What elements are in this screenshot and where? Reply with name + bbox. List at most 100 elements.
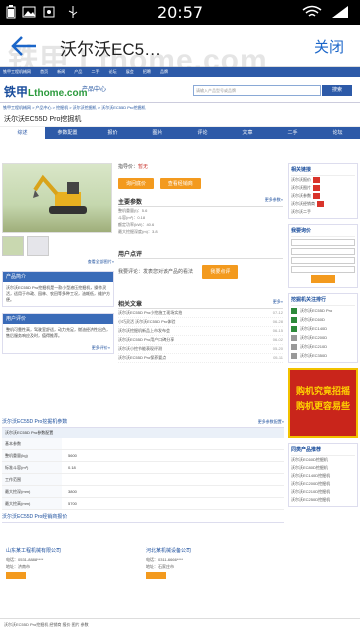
more-reviews-link[interactable]: 更多评价» (3, 345, 113, 353)
inquiry-input[interactable] (291, 266, 355, 273)
spec-item: 最大挖掘深度(m)：3.8 (118, 229, 158, 234)
tab-articles[interactable]: 文章 (225, 127, 270, 139)
table-row: 工作范围 (2, 474, 284, 486)
related-link[interactable]: 沃尔沃参数 (291, 192, 355, 200)
nav-item[interactable]: 首页 (40, 69, 48, 74)
right-column: 相关链接 沃尔沃报价 沃尔沃图片 沃尔沃参数 沃尔沃经销商 沃尔沃二手 我要询价… (288, 163, 358, 512)
wifi-icon (302, 5, 322, 17)
rank-item[interactable]: 沃尔沃EC350D (291, 351, 355, 360)
news-item[interactable]: 沃尔沃EC55D Pro用户口碑分享 06-02 (118, 336, 283, 345)
related-link[interactable]: 沃尔沃二手 (291, 208, 355, 216)
similar-link[interactable]: 沃尔沃EC140D挖掘机 (291, 472, 355, 480)
table-title: 沃尔沃EC55D Pro挖掘机参数 更多参数配置» (2, 417, 284, 428)
thumbnail[interactable] (2, 236, 24, 256)
similar-link[interactable]: 沃尔沃EC210D挖掘机 (291, 488, 355, 496)
inquiry-input[interactable] (291, 257, 355, 264)
hot-badge-icon (317, 200, 324, 207)
spec-item: 斗容(m³)：0.18 (118, 215, 146, 220)
related-link[interactable]: 沃尔沃图片 (291, 184, 355, 192)
rank-item[interactable]: 沃尔沃EC55D Pro (291, 306, 355, 315)
nav-item[interactable]: 品牌 (160, 69, 168, 74)
site-logo[interactable]: 铁甲Lthome.com (4, 83, 87, 100)
signal-icon (332, 6, 348, 18)
news-item[interactable]: 沃尔沃挖掘机新品上市发布会 06-15 (118, 327, 283, 336)
status-bar: 20:57 (0, 0, 360, 25)
tab-reviews[interactable]: 评论 (180, 127, 225, 139)
tab-images[interactable]: 图片 (135, 127, 180, 139)
tab-used[interactable]: 二手 (270, 127, 315, 139)
nav-item[interactable]: 二手 (92, 69, 100, 74)
nav-item[interactable]: 铁甲工程机械网 (3, 69, 31, 74)
nav-item[interactable]: 新闻 (57, 69, 65, 74)
hot-badge-icon (313, 192, 320, 199)
box-title: 相关链接 (291, 166, 355, 176)
similar-link[interactable]: 沃尔沃EC60D挖掘机 (291, 456, 355, 464)
left-column: 查看全部图片» 产品简介 沃尔沃EC55D Pro挖掘机是一款小型液压挖掘机，操… (2, 163, 114, 354)
news-item[interactable]: 小巧灵活 沃尔沃EC55D Pro体验 06-28 (118, 318, 283, 327)
panel-title: 用户评价 (3, 314, 113, 324)
ranking-box: 挖掘机关注排行 沃尔沃EC55D Pro 沃尔沃EC60D 沃尔沃EC140D … (288, 293, 358, 363)
dealer-button[interactable]: 查看经销商 (159, 178, 201, 189)
page-title: 沃尔沃EC5… (60, 40, 162, 59)
table-row: 最大挖深(mm) 3800 (2, 486, 284, 498)
close-button[interactable]: 关闭 (314, 36, 344, 57)
tab-forum[interactable]: 论坛 (315, 127, 360, 139)
tab-params[interactable]: 参数配置 (45, 127, 90, 139)
dealer-inquiry-button[interactable] (6, 572, 26, 579)
tab-price[interactable]: 报价 (90, 127, 135, 139)
bottom-links[interactable]: 沃尔沃EC55D Pro挖掘机 经销商 报价 图片 参数 (0, 618, 360, 640)
ask-price-button[interactable]: 询问底价 (118, 178, 155, 189)
middle-column: 指导价：暂无 询问底价 查看经销商 主要参数 更多参数» 整机重量(t)：5.6 … (118, 163, 283, 363)
table-subtab[interactable]: 沃尔沃EC55D Pro参数配置 (2, 428, 284, 438)
thumbnail[interactable] (27, 236, 49, 256)
rank-item[interactable]: 沃尔沃EC210D (291, 342, 355, 351)
title-bar: 铁甲 Lthome.com 沃尔沃EC5… 关闭 (0, 25, 360, 77)
table-more-link[interactable]: 更多参数配置» (258, 417, 284, 427)
product-title: 沃尔沃EC55D Pro挖掘机 (0, 113, 360, 127)
nav-item[interactable]: 论坛 (109, 69, 117, 74)
news-more-link[interactable]: 更多» (273, 299, 283, 305)
back-arrow-icon[interactable] (10, 33, 40, 59)
box-title: 挖掘机关注排行 (291, 296, 355, 306)
spec-item: 整机重量(t)：5.6 (118, 208, 148, 213)
dealer-name[interactable]: 河北某机械设备公司 (146, 547, 282, 556)
search-input[interactable]: 请输入产品型号或品牌 (193, 85, 321, 96)
inquiry-input[interactable] (291, 239, 355, 246)
rank-item[interactable]: 沃尔沃EC140D (291, 324, 355, 333)
news-item[interactable]: 沃尔沃EC55D Pro小挖施工现场实拍 07-12 (118, 309, 283, 318)
ad-banner[interactable]: 购机究竟招摇 购机更容易些 (288, 368, 358, 438)
all-images-link[interactable]: 查看全部图片» (2, 259, 114, 265)
similar-link[interactable]: 沃尔沃EC80D挖掘机 (291, 464, 355, 472)
related-link[interactable]: 沃尔沃报价 (291, 176, 355, 184)
write-review-button[interactable]: 我要点评 (202, 265, 239, 279)
dealer-inquiry-button[interactable] (146, 572, 166, 579)
news-item[interactable]: 沃尔沃小挖节能表现评测 05-20 (118, 345, 283, 354)
specs-more-link[interactable]: 更多参数» (265, 197, 283, 203)
review-heading: 用户点评 (118, 249, 283, 259)
nav-item[interactable]: 产品 (74, 69, 82, 74)
tab-overview[interactable]: 综述 (0, 127, 45, 139)
product-image[interactable] (2, 163, 112, 233)
table-row: 整机重量(kg) 5600 (2, 450, 284, 462)
panel-text: 沃尔沃EC55D Pro挖掘机是一款小型液压挖掘机，操作灵活，适用于市政、园林、… (6, 285, 110, 302)
similar-products-box: 同类产品推荐 沃尔沃EC60D挖掘机 沃尔沃EC80D挖掘机 沃尔沃EC140D… (288, 443, 358, 507)
news-item[interactable]: 沃尔沃EC55D Pro保养要点 05-11 (118, 354, 283, 363)
similar-link[interactable]: 沃尔沃EC250D挖掘机 (291, 496, 355, 504)
excavator-image (33, 174, 87, 214)
dealer-name[interactable]: 山东某工程机械有限公司 (6, 547, 142, 556)
site-top-nav: 铁甲工程机械网 首页 新闻 产品 二手 论坛 展会 招聘 品牌 (0, 67, 360, 77)
nav-item[interactable]: 展会 (126, 69, 134, 74)
inquiry-input[interactable] (291, 248, 355, 255)
similar-link[interactable]: 沃尔沃EC200D挖掘机 (291, 480, 355, 488)
table-row: 最大挖高(mm) 5700 (2, 498, 284, 510)
related-links-box: 相关链接 沃尔沃报价 沃尔沃图片 沃尔沃参数 沃尔沃经销商 沃尔沃二手 (288, 163, 358, 219)
nav-item[interactable]: 招聘 (143, 69, 151, 74)
related-link[interactable]: 沃尔沃经销商 (291, 200, 355, 208)
hot-badge-icon (313, 176, 320, 183)
hot-badge-icon (313, 184, 320, 191)
breadcrumb[interactable]: 铁甲工程机械网 > 产品中心 > 挖掘机 > 沃尔沃挖掘机 > 沃尔沃EC55D… (0, 103, 360, 113)
rank-item[interactable]: 沃尔沃EC60D (291, 315, 355, 324)
inquiry-submit-button[interactable] (311, 275, 335, 283)
search-button[interactable]: 搜索 (322, 85, 352, 96)
rank-item[interactable]: 沃尔沃EC200D (291, 333, 355, 342)
